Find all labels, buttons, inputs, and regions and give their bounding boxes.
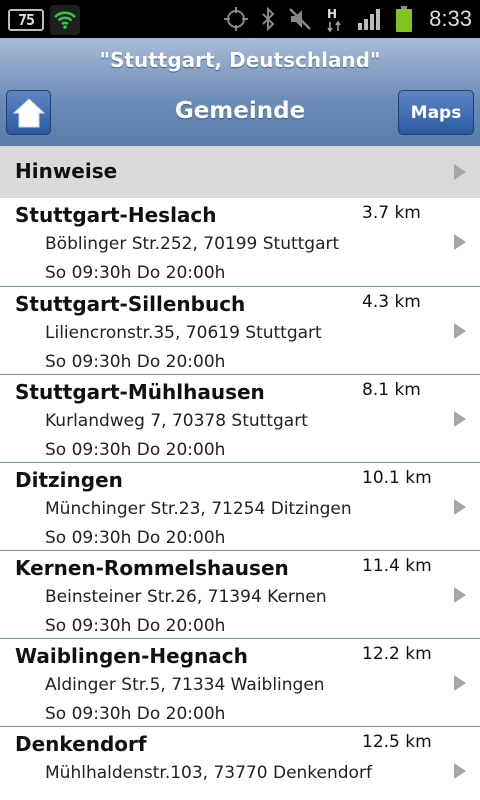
svg-text:H: H [327,7,337,21]
title-bar: "Stuttgart, Deutschland" Gemeinde Maps [0,38,480,146]
chevron-right-icon [454,587,466,603]
list-item-distance: 12.2 km [362,644,432,664]
list-item-name: Ditzingen [15,468,123,492]
list-item-distance: 3.7 km [362,203,421,223]
list-item-hours: So 09:30h Do 20:00h [45,616,226,636]
list-item-distance: 12.5 km [362,732,432,752]
chevron-right-icon [454,499,466,515]
list-item[interactable]: Stuttgart-Mühlhausen 8.1 km Kurlandweg 7… [0,374,480,462]
maps-button[interactable]: Maps [398,90,474,135]
gps-icon [223,6,249,32]
hinweise-row[interactable]: Hinweise [0,146,480,198]
list-item-address: Aldinger Str.5, 71334 Waiblingen [45,675,325,695]
list-item-name: Waiblingen-Hegnach [15,644,248,668]
list-item-distance: 11.4 km [362,556,432,576]
list-item[interactable]: Ditzingen 10.1 km Münchinger Str.23, 712… [0,462,480,550]
list-item-hours: So 09:30h Do 20:00h [45,528,226,548]
chevron-right-icon [454,323,466,339]
status-bar-notifications: 75 [8,5,80,35]
status-bar-system-icons: H 8:33 [223,0,472,38]
signal-icon [357,7,383,31]
chevron-right-icon [454,411,466,427]
list-item-name: Kernen-Rommelshausen [15,556,289,580]
list-item-distance: 8.1 km [362,380,421,400]
chevron-right-icon [454,164,466,180]
list-item[interactable]: Stuttgart-Sillenbuch 4.3 km Liliencronst… [0,286,480,374]
wifi-shield-icon [50,5,80,35]
list-item-address: Böblinger Str.252, 70199 Stuttgart [45,234,340,254]
chevron-right-icon [454,675,466,691]
notification-badge-count: 75 [17,11,35,29]
list-item-address: Münchinger Str.23, 71254 Ditzingen [45,499,352,519]
list-item-hours: So 09:30h Do 20:00h [45,352,226,372]
status-time: 8:33 [429,6,472,31]
list-item-hours: So 09:30h Do 20:00h [45,263,226,283]
list-item[interactable]: Waiblingen-Hegnach 12.2 km Aldinger Str.… [0,638,480,726]
hspa-data-icon: H [325,5,345,33]
list-item-name: Denkendorf [15,732,147,756]
list-item-hours: So 09:30h Do 20:00h [45,440,226,460]
list-item-distance: 4.3 km [362,292,421,312]
list-item[interactable]: Stuttgart-Heslach 3.7 km Böblinger Str.2… [0,198,480,286]
bluetooth-icon [261,7,275,31]
list-item-distance: 10.1 km [362,468,432,488]
list-item-hours: So 09:30h Do 20:00h [45,704,226,724]
notification-75-icon: 75 [8,9,44,31]
mute-icon [287,6,313,32]
list-item-address: Liliencronstr.35, 70619 Stuttgart [45,323,322,343]
battery-icon [395,5,413,33]
list-item-address: Kurlandweg 7, 70378 Stuttgart [45,411,308,431]
list-item-name: Stuttgart-Heslach [15,203,217,227]
list-item-name: Stuttgart-Mühlhausen [15,380,265,404]
hinweise-label: Hinweise [15,159,118,183]
chevron-right-icon [454,763,466,779]
list-item[interactable]: Kernen-Rommelshausen 11.4 km Beinsteiner… [0,550,480,638]
status-bar: 75 H 8:33 [0,0,480,38]
list-item-address: Beinsteiner Str.26, 71394 Kernen [45,587,327,607]
list-item[interactable]: Denkendorf 12.5 km Mühlhaldenstr.103, 73… [0,726,480,800]
list-item-name: Stuttgart-Sillenbuch [15,292,246,316]
list-item-address: Mühlhaldenstr.103, 73770 Denkendorf [45,763,372,783]
chevron-right-icon [454,234,466,250]
location-title: "Stuttgart, Deutschland" [99,48,381,72]
